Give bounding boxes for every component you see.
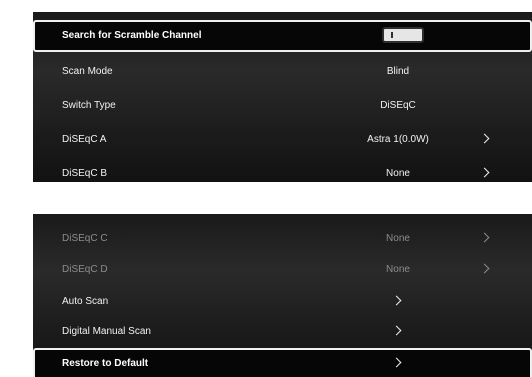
diseqc-b-row[interactable]: DiSEqC B None xyxy=(33,158,532,182)
search-scramble-channel-label: Search for Scramble Channel xyxy=(62,30,202,41)
switch-type-label: Switch Type xyxy=(62,100,116,111)
switch-type-value: DiSEqC xyxy=(380,100,416,111)
diseqc-a-value: Astra 1(0.0W) xyxy=(367,134,429,145)
scan-mode-value: Blind xyxy=(386,66,410,77)
chevron-right-icon[interactable] xyxy=(391,295,402,306)
restore-to-default-row[interactable]: Restore to Default xyxy=(33,348,532,377)
toggle-knob xyxy=(391,32,393,38)
scan-mode-row[interactable]: Scan Mode Blind xyxy=(33,56,532,88)
chevron-right-icon[interactable] xyxy=(479,232,490,243)
diseqc-a-label: DiSEqC A xyxy=(62,134,107,145)
auto-scan-label: Auto Scan xyxy=(62,296,109,307)
diseqc-c-label: DiSEqC C xyxy=(62,233,108,244)
diseqc-a-row[interactable]: DiSEqC A Astra 1(0.0W) xyxy=(33,124,532,156)
auto-scan-row[interactable]: Auto Scan xyxy=(33,286,532,318)
digital-manual-scan-row[interactable]: Digital Manual Scan xyxy=(33,316,532,348)
digital-manual-scan-label: Digital Manual Scan xyxy=(62,326,151,337)
chevron-right-icon[interactable] xyxy=(391,357,402,368)
diseqc-b-value: None xyxy=(386,168,410,179)
diseqc-d-row[interactable]: DiSEqC D None xyxy=(33,254,532,286)
diseqc-c-value: None xyxy=(386,233,410,244)
diseqc-d-label: DiSEqC D xyxy=(62,264,108,275)
chevron-right-icon[interactable] xyxy=(479,133,490,144)
restore-to-default-label: Restore to Default xyxy=(62,358,149,369)
search-scramble-channel-row[interactable]: Search for Scramble Channel xyxy=(33,20,532,52)
chevron-right-icon[interactable] xyxy=(479,167,490,178)
diseqc-d-value: None xyxy=(386,264,410,275)
switch-type-row[interactable]: Switch Type DiSEqC xyxy=(33,90,532,122)
search-scramble-channel-toggle[interactable] xyxy=(382,27,424,43)
channel-scan-settings-panel-top: Search for Scramble Channel Scan Mode Bl… xyxy=(33,12,532,182)
diseqc-c-row[interactable]: DiSEqC C None xyxy=(33,223,532,255)
channel-scan-settings-panel-bottom: DiSEqC C None DiSEqC D None Auto Scan Di… xyxy=(33,214,532,377)
scan-mode-label: Scan Mode xyxy=(62,66,113,77)
diseqc-b-label: DiSEqC B xyxy=(62,168,108,179)
chevron-right-icon[interactable] xyxy=(391,325,402,336)
chevron-right-icon[interactable] xyxy=(479,263,490,274)
